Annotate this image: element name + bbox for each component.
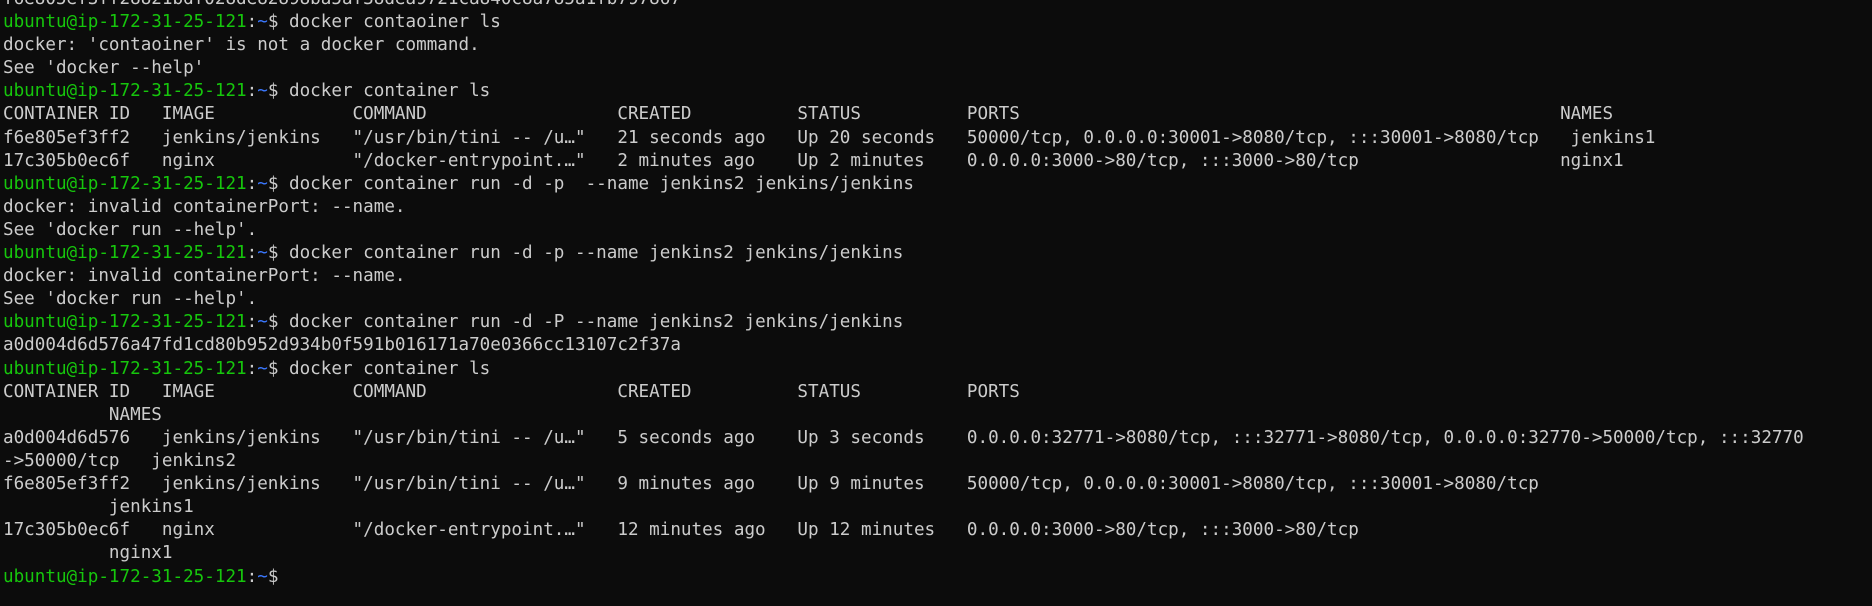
prompt-colon: : (246, 358, 258, 379)
output-line: docker: invalid containerPort: --name. (3, 196, 406, 217)
command-line: ubuntu@ip-172-31-25-121:~$ (3, 565, 1872, 588)
command-text: docker contaoiner ls (289, 12, 501, 33)
output-line: f6e805ef3ff2 jenkins/jenkins "/usr/bin/t… (3, 473, 1539, 494)
command-line: ubuntu@ip-172-31-25-121:~$ docker contai… (3, 80, 1872, 103)
prompt-user-host: ubuntu@ip-172-31-25-121 (3, 81, 247, 102)
prompt-path: ~ (257, 567, 268, 588)
text-cursor[interactable] (289, 565, 299, 585)
terminal-window[interactable]: f6e805ef3ff28821bdf028de82898ba5af38dea9… (3, 0, 1872, 606)
command-line: ubuntu@ip-172-31-25-121:~$ docker contai… (3, 242, 1872, 265)
output-line: a0d004d6d576a47fd1cd80b952d934b0f591b016… (3, 335, 681, 356)
prompt-user-host: ubuntu@ip-172-31-25-121 (3, 358, 247, 379)
prompt-symbol: $ (267, 358, 279, 379)
prompt-colon: : (246, 312, 258, 333)
output-line: ->50000/tcp jenkins2 (3, 450, 237, 471)
prompt-symbol: $ (267, 173, 279, 194)
prompt-user-host: ubuntu@ip-172-31-25-121 (3, 567, 247, 588)
command-text: docker container run -d -p --name jenkin… (289, 243, 904, 264)
output-line: CONTAINER ID IMAGE COMMAND CREATED STATU… (3, 104, 1614, 125)
command-line: ubuntu@ip-172-31-25-121:~$ docker contai… (3, 311, 1872, 334)
output-line: 17c305b0ec6f nginx "/docker-entrypoint.…… (3, 520, 1359, 541)
prompt-symbol: $ (267, 567, 279, 588)
prompt-path: ~ (257, 312, 268, 333)
output-line: a0d004d6d576 jenkins/jenkins "/usr/bin/t… (3, 427, 1804, 448)
output-line: f6e805ef3ff28821bdf028de82898ba5af38dea9… (3, 0, 1872, 11)
output-line: nginx1 (3, 543, 173, 564)
prompt-path: ~ (257, 12, 268, 33)
command-line: ubuntu@ip-172-31-25-121:~$ docker contai… (3, 173, 1872, 196)
output-line: docker: 'contaoiner' is not a docker com… (3, 35, 480, 56)
output-line: jenkins1 (3, 497, 194, 518)
output-line: NAMES (3, 404, 162, 425)
prompt-path: ~ (257, 243, 268, 264)
prompt-symbol: $ (267, 312, 279, 333)
prompt-symbol: $ (267, 81, 279, 102)
output-line: See 'docker --help' (3, 58, 205, 79)
prompt-path: ~ (257, 81, 268, 102)
prompt-symbol: $ (267, 243, 279, 264)
prompt-colon: : (246, 243, 258, 264)
prompt-colon: : (246, 567, 258, 588)
output-line: CONTAINER ID IMAGE COMMAND CREATED STATU… (3, 381, 1020, 402)
prompt-user-host: ubuntu@ip-172-31-25-121 (3, 312, 247, 333)
command-line: ubuntu@ip-172-31-25-121:~$ docker contao… (3, 11, 1872, 34)
prompt-colon: : (246, 81, 258, 102)
output-line: f6e805ef3ff2 jenkins/jenkins "/usr/bin/t… (3, 127, 1656, 148)
prompt-colon: : (246, 12, 258, 33)
command-text: docker container run -d -p --name jenkin… (289, 173, 914, 194)
command-text: docker container run -d -P --name jenkin… (289, 312, 904, 333)
prompt-user-host: ubuntu@ip-172-31-25-121 (3, 243, 247, 264)
prompt-colon: : (246, 173, 258, 194)
prompt-user-host: ubuntu@ip-172-31-25-121 (3, 12, 247, 33)
command-text: docker container ls (289, 81, 491, 102)
command-line: ubuntu@ip-172-31-25-121:~$ docker contai… (3, 358, 1872, 381)
prompt-path: ~ (257, 358, 268, 379)
output-line: 17c305b0ec6f nginx "/docker-entrypoint.…… (3, 150, 1624, 171)
output-line: docker: invalid containerPort: --name. (3, 266, 406, 287)
prompt-path: ~ (257, 173, 268, 194)
prompt-symbol: $ (267, 12, 279, 33)
output-line: See 'docker run --help'. (3, 289, 258, 310)
prompt-user-host: ubuntu@ip-172-31-25-121 (3, 173, 247, 194)
output-line: See 'docker run --help'. (3, 219, 258, 240)
command-text: docker container ls (289, 358, 491, 379)
